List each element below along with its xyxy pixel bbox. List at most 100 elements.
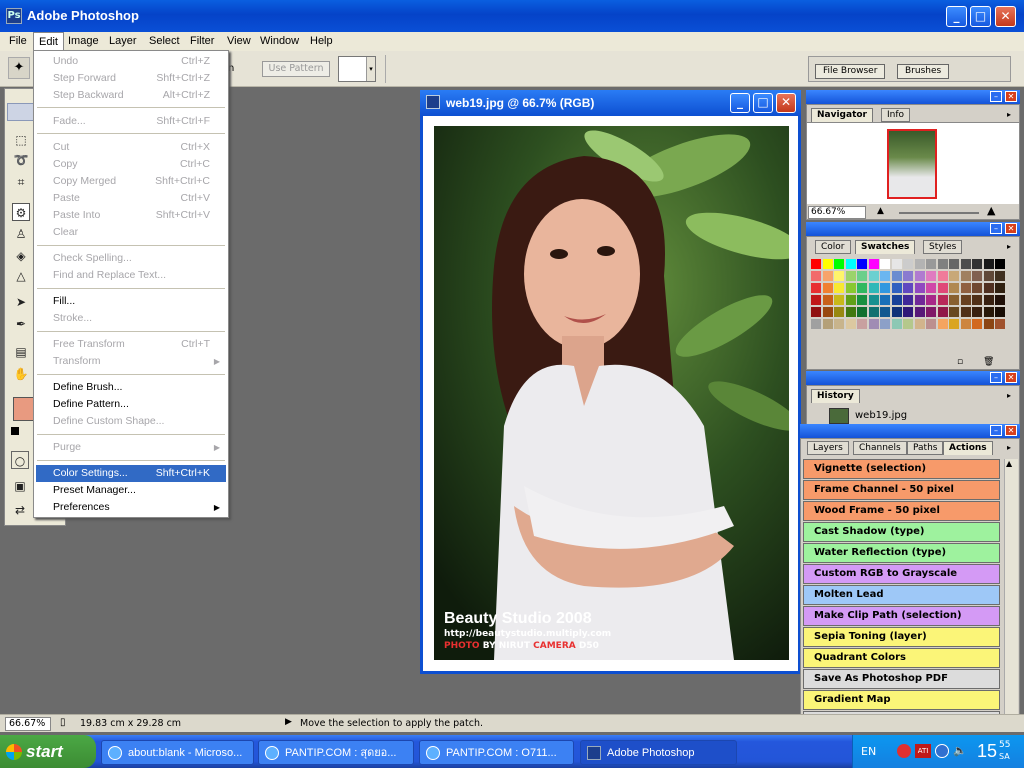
swatch-color[interactable] — [822, 319, 833, 329]
swatch-color[interactable] — [926, 259, 936, 269]
swatch-color[interactable] — [891, 295, 902, 305]
tab-styles[interactable]: Styles — [923, 240, 963, 254]
swatch-color[interactable] — [960, 283, 971, 293]
zoom-in-icon[interactable]: ▲ — [987, 204, 995, 217]
actions-scrollbar[interactable]: ▲ ▼ — [1004, 459, 1018, 727]
swatch-color[interactable] — [914, 283, 925, 293]
menu-select[interactable]: Select — [144, 32, 185, 51]
menu-item-step-backward[interactable]: Step Backward Alt+Ctrl+Z — [36, 87, 226, 104]
tab-color[interactable]: Color — [815, 240, 851, 254]
menu-item-define-pattern[interactable]: Define Pattern... — [36, 396, 226, 413]
swatch-color[interactable] — [891, 271, 902, 281]
hand-tool-icon[interactable]: ✋ — [12, 365, 30, 383]
swatch-color[interactable] — [995, 307, 1005, 317]
swatch-color[interactable] — [811, 319, 821, 329]
action-button[interactable]: Make Clip Path (selection) — [803, 606, 1000, 626]
menu-layer[interactable]: Layer — [104, 32, 142, 51]
menu-item-purge[interactable]: Purge ▶ — [36, 439, 226, 456]
swatch-color[interactable] — [983, 283, 994, 293]
swatch-color[interactable] — [995, 283, 1005, 293]
swatch-color[interactable] — [857, 283, 867, 293]
action-button[interactable]: Wood Frame - 50 pixel — [803, 501, 1000, 521]
swatch-color[interactable] — [834, 307, 844, 317]
swatch-color[interactable] — [926, 295, 936, 305]
security-alert-icon[interactable] — [897, 744, 911, 758]
swatch-color[interactable] — [857, 271, 867, 281]
document-canvas-photo[interactable]: Beauty Studio 2008 http://beautystudio.m… — [434, 126, 789, 660]
trash-icon[interactable]: 🗑 — [983, 357, 994, 367]
minimize-button[interactable]: _ — [946, 6, 967, 27]
swatch-color[interactable] — [891, 259, 902, 269]
tab-actions[interactable]: Actions — [943, 441, 993, 455]
zoom-slider[interactable] — [899, 212, 979, 214]
swatch-color[interactable] — [914, 259, 925, 269]
action-button[interactable]: Gradient Map — [803, 690, 1000, 710]
actions-close-button[interactable]: ✕ — [1005, 425, 1017, 436]
swatch-color[interactable] — [834, 259, 844, 269]
menu-item-paste-into[interactable]: Paste Into Shft+Ctrl+V — [36, 207, 226, 224]
taskbar-button-ie[interactable]: about:blank - Microso... — [101, 740, 254, 765]
action-button[interactable]: Quadrant Colors — [803, 648, 1000, 668]
swatch-color[interactable] — [903, 319, 913, 329]
swatch-color[interactable] — [972, 283, 982, 293]
swatch-color[interactable] — [949, 307, 959, 317]
history-close-button[interactable]: ✕ — [1005, 372, 1017, 383]
close-button[interactable]: ✕ — [995, 6, 1016, 27]
history-snapshot-label[interactable]: web19.jpg — [855, 410, 907, 421]
swatch-color[interactable] — [845, 307, 856, 317]
menu-item-preferences[interactable]: Preferences ▶ — [36, 499, 226, 516]
swatch-color[interactable] — [960, 295, 971, 305]
swatch-color[interactable] — [811, 259, 821, 269]
lasso-tool-icon[interactable]: ➰ — [12, 151, 30, 169]
swatch-color[interactable] — [972, 259, 982, 269]
swatch-color[interactable] — [868, 283, 879, 293]
action-button[interactable]: Custom RGB to Grayscale — [803, 564, 1000, 584]
swatch-color[interactable] — [880, 259, 890, 269]
swatch-color[interactable] — [914, 271, 925, 281]
swatch-color[interactable] — [857, 319, 867, 329]
swatch-color[interactable] — [868, 259, 879, 269]
taskbar-button-pantip-1[interactable]: PANTIP.COM : สุดยอ... — [258, 740, 414, 765]
network-icon[interactable] — [935, 744, 949, 758]
swatch-color[interactable] — [891, 283, 902, 293]
swatch-color[interactable] — [891, 307, 902, 317]
menu-item-define-custom-shape[interactable]: Define Custom Shape... — [36, 413, 226, 430]
menu-item-copy[interactable]: Copy Ctrl+C — [36, 156, 226, 173]
menu-item-check-spelling[interactable]: Check Spelling... — [36, 250, 226, 267]
swatch-color[interactable] — [960, 307, 971, 317]
swatch-color[interactable] — [937, 295, 948, 305]
swatch-color[interactable] — [811, 271, 821, 281]
menu-item-paste[interactable]: Paste Ctrl+V — [36, 190, 226, 207]
menu-item-preset-manager[interactable]: Preset Manager... — [36, 482, 226, 499]
swatch-color[interactable] — [857, 259, 867, 269]
doc-minimize-button[interactable]: _ — [730, 93, 750, 113]
swatch-color[interactable] — [995, 271, 1005, 281]
swatch-color[interactable] — [880, 307, 890, 317]
swatch-color[interactable] — [983, 259, 994, 269]
taskbar-button-photoshop[interactable]: Adobe Photoshop — [580, 740, 737, 765]
swatch-color[interactable] — [926, 307, 936, 317]
swatch-color[interactable] — [845, 295, 856, 305]
language-indicator[interactable]: EN — [861, 745, 876, 758]
swatch-color[interactable] — [811, 295, 821, 305]
swatch-color[interactable] — [857, 307, 867, 317]
swatch-color[interactable] — [937, 283, 948, 293]
doc-close-button[interactable]: ✕ — [776, 93, 796, 113]
swatch-color[interactable] — [834, 319, 844, 329]
palette-menu-arrow-icon[interactable]: ▸ — [1007, 110, 1011, 119]
patch-tool-icon-selected[interactable]: ⚙ — [12, 203, 30, 221]
maximize-button[interactable]: □ — [970, 6, 991, 27]
tab-channels[interactable]: Channels — [853, 441, 907, 455]
menu-item-undo[interactable]: Undo Ctrl+Z — [36, 53, 226, 70]
swatch-color[interactable] — [983, 319, 994, 329]
action-button[interactable]: Cast Shadow (type) — [803, 522, 1000, 542]
new-swatch-icon[interactable]: ▫ — [957, 357, 963, 367]
swatch-color[interactable] — [822, 307, 833, 317]
status-arrow-icon[interactable]: ▶ — [285, 717, 292, 727]
swatch-color[interactable] — [857, 295, 867, 305]
swatch-color[interactable] — [926, 319, 936, 329]
tab-file-browser[interactable]: File Browser — [815, 64, 886, 79]
screen-mode-icon[interactable]: ▣ — [11, 477, 29, 495]
swatch-color[interactable] — [868, 307, 879, 317]
menu-item-stroke[interactable]: Stroke... — [36, 310, 226, 327]
